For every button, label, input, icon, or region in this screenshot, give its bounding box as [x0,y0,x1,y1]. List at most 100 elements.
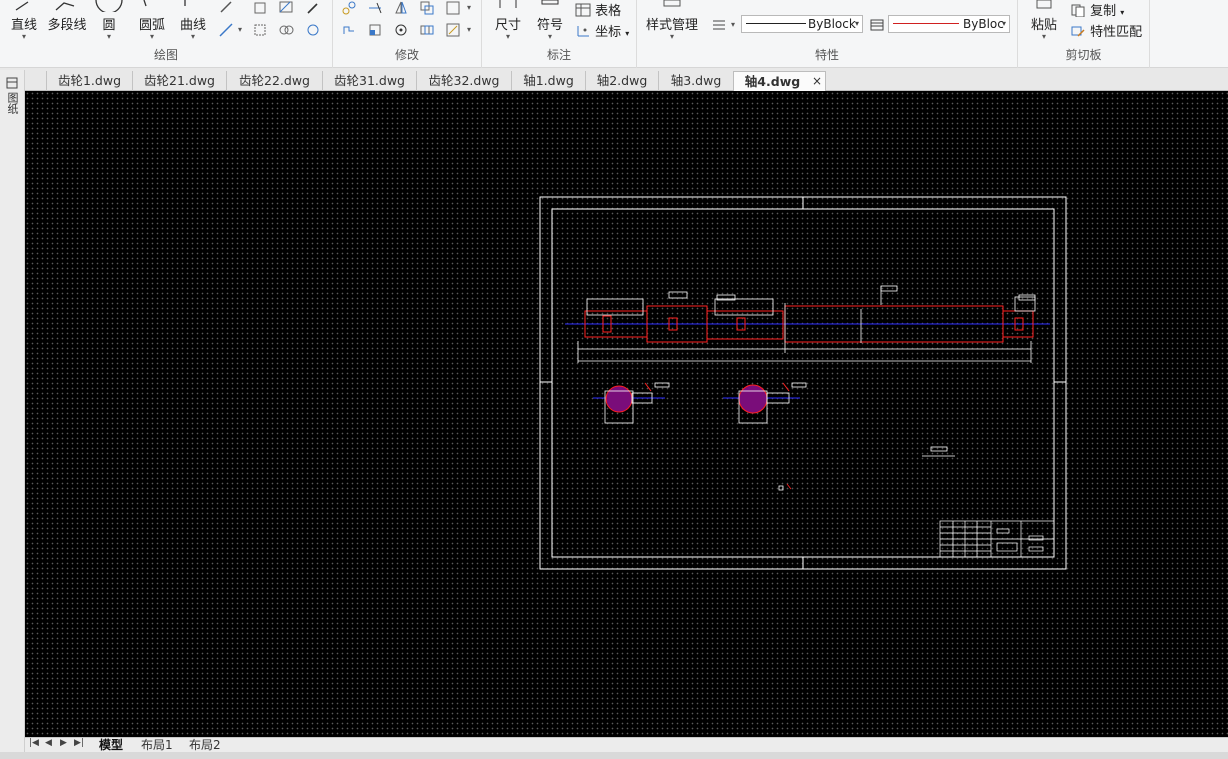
color-value: ByBloc [963,17,1004,31]
chevron-down-icon: ▾ [1120,8,1125,17]
rectangle-icon[interactable] [252,22,268,38]
table-button[interactable]: 表格 [575,0,621,19]
copy-label: 复制 [1090,4,1117,19]
drawing-canvas[interactable] [25,91,1228,737]
layout-tab-layout2[interactable]: 布局2 [189,738,221,753]
coordinate-label: 坐标 [595,25,622,40]
line-label: 直线 [10,18,37,33]
tab-label: 齿轮21.dwg [144,73,215,88]
tab-shaft2[interactable]: 轴2.dwg [585,71,658,91]
paste-icon [1036,0,1052,9]
tab-label: 齿轮1.dwg [57,73,122,88]
chevron-down-icon: ▾ [505,32,510,41]
annotate-group-title: 标注 [546,48,571,62]
chevron-down-icon[interactable]: ▾ [467,4,471,12]
layout-tab-model[interactable]: 模型 [99,738,123,753]
linetype-value: ByBlock [808,17,856,31]
chevron-down-icon: ▾ [547,32,552,41]
coordinate-button[interactable]: 坐标 ▾ [575,21,629,40]
chevron-down-icon: ▾ [1041,32,1046,41]
pencil-icon[interactable] [218,0,234,16]
tab-shaft3[interactable]: 轴3.dwg [658,71,733,91]
rotate-icon[interactable] [393,22,409,38]
circle-icon [95,0,123,12]
stretch-icon[interactable] [341,22,357,38]
tab-shaft1[interactable]: 轴1.dwg [511,71,585,91]
linetype-combo[interactable]: ByBlock ▾ [741,15,863,33]
tab-label: 齿轮32.dwg [428,73,500,88]
clipboard-group-title: 剪切板 [1065,48,1102,62]
polygon-icon[interactable] [252,0,268,16]
left-tool-strip: 图纸 [0,70,25,759]
color-combo[interactable]: ByBloc ▾ [888,15,1010,33]
mirror-icon[interactable] [393,0,409,16]
polyline-label: 多段线 [47,18,87,33]
style-manager-icon [663,0,681,7]
last-layout-icon[interactable]: ▶| [74,738,84,748]
chevron-down-icon[interactable]: ▾ [467,26,471,34]
style-manager-button[interactable]: 样式管理 ▾ [643,0,701,41]
tab-label: 轴3.dwg [670,73,722,88]
first-layout-icon[interactable]: |◀ [29,738,39,748]
match-properties-button[interactable]: 特性匹配 [1070,21,1142,40]
copy-icon [1071,4,1085,18]
drawing-sheet-label[interactable]: 图纸 [6,92,19,114]
hatch-icon[interactable] [278,0,294,16]
chevron-down-icon[interactable]: ▾ [238,26,242,34]
tab-gear1[interactable]: 齿轮1.dwg [46,71,132,91]
chevron-down-icon: ▾ [669,32,674,41]
polyline-button[interactable]: 多段线 [44,0,90,33]
tab-gear31[interactable]: 齿轮31.dwg [322,71,416,91]
tab-label: 轴2.dwg [596,73,648,88]
boundary-icon[interactable] [305,22,321,38]
chevron-down-icon: ▾ [21,32,26,41]
explode-icon[interactable] [445,22,461,38]
section-view-left [593,382,670,424]
prev-layout-icon[interactable]: ◀ [45,738,52,748]
annotate-group: 尺寸 ▾ 符号 ▾ 表格 坐标 ▾ 标注 [482,0,637,68]
chevron-down-icon: ▾ [1001,19,1006,28]
tab-gear21[interactable]: 齿轮21.dwg [132,71,226,91]
color-icon[interactable] [869,17,885,33]
polyline-icon [55,2,75,11]
array-icon[interactable] [445,0,461,16]
curve-button[interactable]: 曲线 ▾ [176,0,210,41]
copy-object-icon[interactable] [419,0,435,16]
symbol-icon [541,0,559,5]
chevron-down-icon[interactable]: ▾ [731,21,735,29]
trim-icon[interactable] [367,0,383,16]
copy-button[interactable]: 复制 ▾ [1070,0,1124,19]
tab-gear32[interactable]: 齿轮32.dwg [416,71,511,91]
dimension-icon [499,0,517,8]
chevron-down-icon: ▾ [106,32,111,41]
tab-shaft4[interactable]: 轴4.dwg × [733,71,826,91]
pin-icon[interactable] [5,76,19,90]
table-label: 表格 [595,4,622,19]
lineweight-icon[interactable] [711,17,727,33]
paste-label: 粘贴 [1030,18,1057,33]
tab-gear22[interactable]: 齿轮22.dwg [226,71,322,91]
line-button[interactable]: 直线 ▾ [6,0,42,41]
roughness-symbols [778,446,955,491]
xline-icon[interactable] [218,22,234,38]
region-icon[interactable] [278,22,294,38]
arc-button[interactable]: 圆弧 ▾ [134,0,170,41]
move-icon[interactable] [341,0,357,16]
scale-icon[interactable] [367,22,383,38]
circle-button[interactable]: 圆 ▾ [94,0,124,41]
layout-tab-layout1[interactable]: 布局1 [141,738,173,753]
symbol-button[interactable]: 符号 ▾ [532,0,568,41]
dimension-button[interactable]: 尺寸 ▾ [490,0,526,41]
offset-icon[interactable] [419,22,435,38]
pick-point-icon[interactable] [305,0,321,16]
close-icon[interactable]: × [812,72,822,91]
modify-group-title: 修改 [394,48,419,62]
arc-label: 圆弧 [138,18,165,33]
coordinate-icon [577,26,589,37]
title-block [939,520,1055,558]
table-icon [575,3,591,17]
document-tabbar: 齿轮1.dwg 齿轮21.dwg 齿轮22.dwg 齿轮31.dwg 齿轮32.… [0,68,1228,91]
drawing-sheet [539,196,1067,570]
paste-button[interactable]: 粘贴 ▾ [1026,0,1062,41]
next-layout-icon[interactable]: ▶ [60,738,67,748]
